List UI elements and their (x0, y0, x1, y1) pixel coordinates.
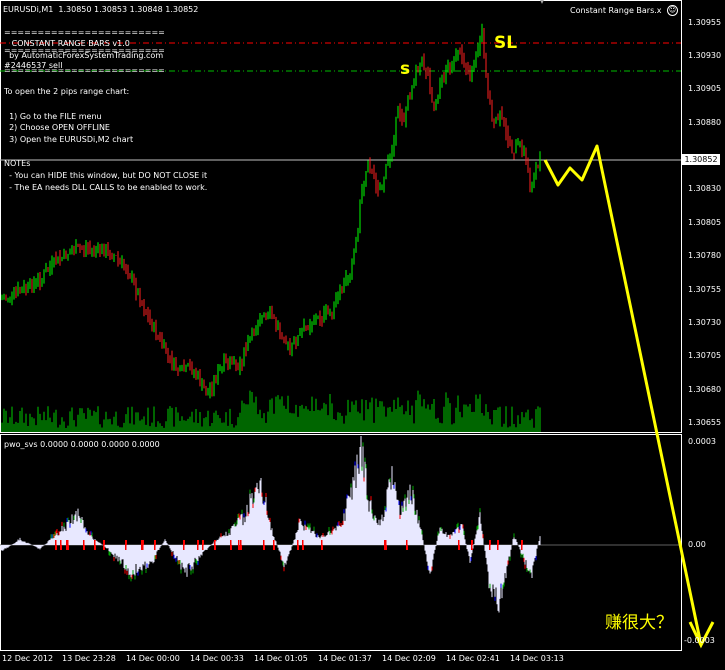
price-label: 1.30655 (688, 418, 722, 427)
price-label: 1.30930 (688, 51, 722, 60)
drawn-trend-arrow[interactable] (543, 144, 702, 641)
instruction-step-3: 3) Open the EURUSDi,M2 chart (4, 135, 134, 144)
price-label: 1.30755 (688, 285, 722, 294)
instruction-step-2: 2) Choose OPEN OFFLINE (4, 123, 110, 132)
notes-heading: NOTEs (4, 159, 31, 168)
price-label: 1.30830 (688, 184, 722, 193)
indicator-label: pwo_svs 0.0000 0.0000 0.0000 0.0000 (4, 440, 160, 449)
instructions-heading: To open the 2 pips range chart: (4, 87, 130, 96)
scroll-marker-icon[interactable]: ▾ (540, 0, 544, 7)
price-label: 1.30905 (688, 84, 722, 93)
time-label: 14 Dec 01:37 (318, 654, 372, 663)
current-price-box: 1.30852 (682, 154, 720, 165)
symbol-info: EURUSDi,M1 1.30850 1.30853 1.30848 1.308… (3, 5, 199, 14)
price-label: 1.30780 (688, 251, 722, 260)
price-label: 1.30805 (688, 218, 722, 227)
overlay-separator: ======================== (4, 66, 165, 75)
time-label: 14 Dec 01:05 (254, 654, 308, 663)
instruction-step-1: 1) Go to the FILE menu (4, 112, 102, 121)
overlay-separator: ======================== (4, 28, 165, 37)
price-label: 1.30955 (688, 18, 722, 27)
sl-annotation: SL (494, 33, 518, 53)
indicator-axis-bottom: -0.0003 (684, 636, 715, 645)
indicator-histogram (0, 435, 541, 613)
price-label: 1.30705 (688, 351, 722, 360)
cjk-annotation: 赚很大？ (605, 613, 673, 633)
ea-name: Constant Range Bars.x (570, 6, 662, 15)
time-label: 14 Dec 03:13 (510, 654, 564, 663)
smiley-icon[interactable]: ☺ (667, 5, 678, 16)
volume-bars (1, 390, 541, 432)
time-label: 14 Dec 02:41 (446, 654, 500, 663)
indicator-axis-mid: 0.00 (688, 540, 706, 549)
note-1: - You can HIDE this window, but DO NOT C… (4, 171, 208, 180)
time-label: 12 Dec 2012 (2, 654, 54, 663)
time-label: 13 Dec 23:28 (62, 654, 116, 663)
time-label: 14 Dec 00:33 (190, 654, 244, 663)
price-label: 1.30730 (688, 318, 722, 327)
chart-canvas[interactable] (0, 0, 725, 670)
time-label: 14 Dec 02:09 (382, 654, 436, 663)
candlesticks (1, 23, 541, 399)
indicator-axis-top: 0.0003 (688, 437, 716, 446)
time-label: 14 Dec 00:00 (126, 654, 180, 663)
price-label: 1.30680 (688, 385, 722, 394)
price-label: 1.30880 (688, 118, 722, 127)
note-2: - The EA needs DLL CALLS to be enabled t… (4, 183, 208, 192)
s-annotation: s (400, 59, 411, 79)
